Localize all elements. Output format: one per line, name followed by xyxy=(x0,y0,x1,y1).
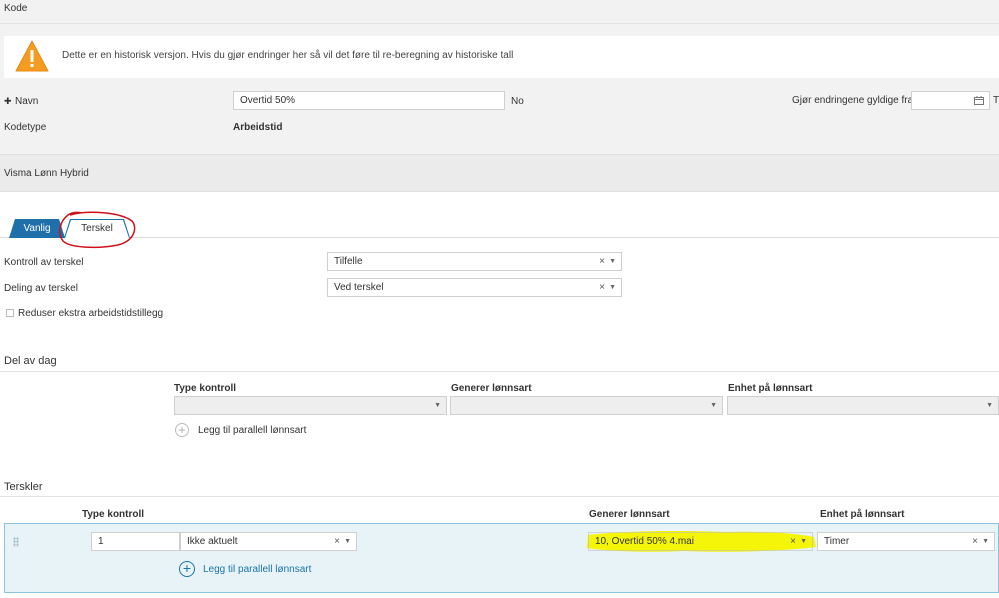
chevron-down-icon[interactable]: ▼ xyxy=(986,397,993,414)
kontroll-label: Kontroll av terskel xyxy=(4,257,84,268)
terskler-add-label[interactable]: Legg til parallell lønnsart xyxy=(203,564,311,575)
drag-handle-icon[interactable] xyxy=(13,537,19,547)
chevron-down-icon[interactable]: ▼ xyxy=(344,533,351,550)
terskler-divider xyxy=(0,496,999,497)
del-add-label[interactable]: Legg til parallell lønnsart xyxy=(198,425,306,436)
warning-text: Dette er en historisk versjon. Hvis du g… xyxy=(62,50,514,61)
clear-icon[interactable]: × xyxy=(972,533,978,550)
clear-icon[interactable]: × xyxy=(599,279,605,296)
terskler-generer-lonnsart-value: 10, Overtid 50% 4.mai xyxy=(595,536,694,547)
kontroll-value: Tilfelle xyxy=(334,256,363,267)
chevron-down-icon[interactable]: ▼ xyxy=(800,533,807,550)
reduser-checkbox[interactable] xyxy=(6,309,14,317)
deling-select[interactable]: Ved terskel × ▼ xyxy=(327,278,622,297)
valid-from-suffix: Ti xyxy=(993,95,999,106)
tab-vanlig[interactable]: Vanlig xyxy=(9,219,65,238)
del-col-enhet: Enhet på lønnsart xyxy=(728,383,813,394)
terskler-add-icon[interactable]: + xyxy=(179,561,195,577)
reduser-label: Reduser ekstra arbeidstidstillegg xyxy=(18,308,164,319)
chevron-down-icon[interactable]: ▼ xyxy=(710,397,717,414)
terskler-title: Terskler xyxy=(4,481,43,493)
pin-icon: ✚ xyxy=(4,96,12,106)
warning-triangle-icon xyxy=(15,40,49,72)
del-add-icon[interactable]: + xyxy=(175,423,189,437)
terskler-col-generer-lonnsart: Generer lønnsart xyxy=(589,509,670,520)
top-band xyxy=(0,0,999,24)
calendar-icon[interactable] xyxy=(974,96,984,105)
warning-box: Dette er en historisk versjon. Hvis du g… xyxy=(4,36,999,78)
terskler-enhet-value: Timer xyxy=(824,536,850,547)
terskler-number-input[interactable]: 1 xyxy=(91,532,180,551)
del-enhet-select[interactable]: ▼ xyxy=(727,396,999,415)
tabs-divider xyxy=(0,237,999,238)
chevron-down-icon[interactable]: ▼ xyxy=(982,533,989,550)
tab-vanlig-label: Vanlig xyxy=(23,223,51,234)
navn-input[interactable]: Overtid 50% xyxy=(233,91,505,110)
navn-language: No xyxy=(511,96,524,107)
del-generer-lonnsart-select[interactable]: ▼ xyxy=(450,396,723,415)
chevron-down-icon[interactable]: ▼ xyxy=(609,279,616,296)
deling-label: Deling av terskel xyxy=(4,283,78,294)
system-band xyxy=(0,154,999,192)
del-col-type-kontroll: Type kontroll xyxy=(174,383,237,394)
navn-input-value: Overtid 50% xyxy=(240,95,296,106)
terskler-generer-lonnsart-select[interactable]: 10, Overtid 50% 4.mai × ▼ xyxy=(588,532,813,551)
terskler-type-kontroll-value: Ikke aktuelt xyxy=(187,536,238,547)
terskler-type-kontroll-select[interactable]: Ikke aktuelt × ▼ xyxy=(180,532,357,551)
clear-icon[interactable]: × xyxy=(790,533,796,550)
chevron-down-icon[interactable]: ▼ xyxy=(609,253,616,270)
del-type-kontroll-select[interactable]: ▼ xyxy=(174,396,447,415)
red-annotation-circle xyxy=(59,211,136,249)
kontroll-select[interactable]: Tilfelle × ▼ xyxy=(327,252,622,271)
clear-icon[interactable]: × xyxy=(334,533,340,550)
kodetype-value: Arbeidstid xyxy=(233,122,283,133)
terskler-number-value: 1 xyxy=(98,536,104,547)
terskler-col-type-kontroll: Type kontroll xyxy=(82,509,145,520)
page-title: Kode xyxy=(4,3,28,14)
kodetype-label: Kodetype xyxy=(4,122,47,133)
del-av-dag-divider xyxy=(0,371,999,372)
valid-from-input[interactable] xyxy=(911,91,990,110)
del-av-dag-title: Del av dag xyxy=(4,355,57,367)
terskler-col-enhet: Enhet på lønnsart xyxy=(820,509,905,520)
del-col-generer-lonnsart: Generer lønnsart xyxy=(451,383,532,394)
terskler-enhet-select[interactable]: Timer × ▼ xyxy=(817,532,995,551)
system-name: Visma Lønn Hybrid xyxy=(4,168,89,179)
valid-from-label: Gjør endringene gyldige fra xyxy=(792,95,914,106)
chevron-down-icon[interactable]: ▼ xyxy=(434,397,441,414)
deling-value: Ved terskel xyxy=(334,282,384,293)
navn-label: Navn xyxy=(15,96,39,107)
clear-icon[interactable]: × xyxy=(599,253,605,270)
